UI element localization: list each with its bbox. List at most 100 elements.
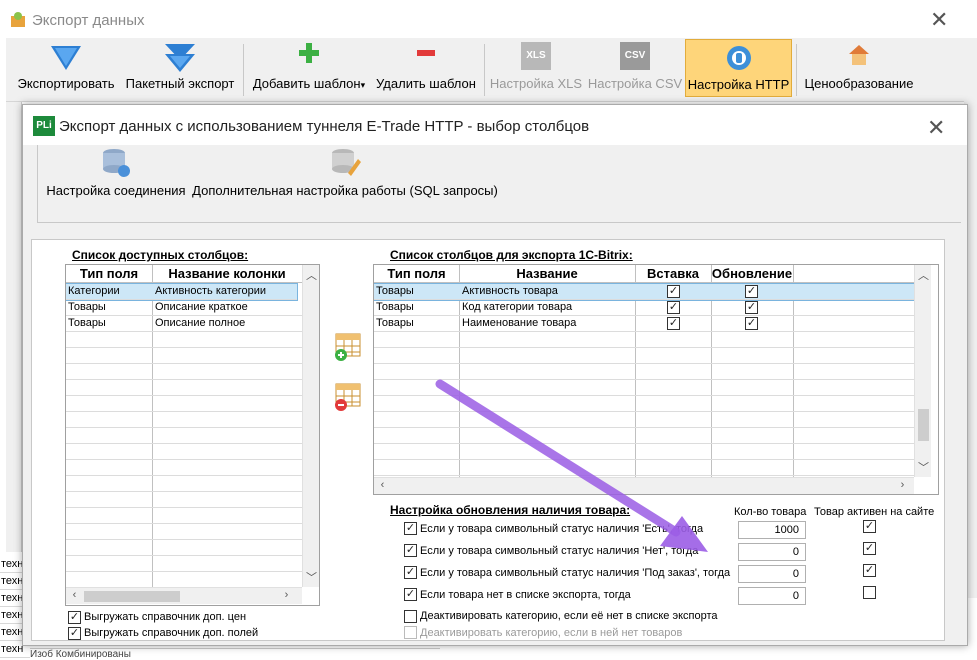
pli-logo-icon: PLi <box>33 116 55 136</box>
extra-prices-checkbox[interactable]: ✓ <box>68 611 81 624</box>
table-row[interactable]: Товары Описание краткое <box>66 300 302 316</box>
outer-left-panel <box>6 102 22 552</box>
stock-rule-checkbox[interactable]: ✓ <box>404 544 417 557</box>
column-header: Название <box>516 266 578 281</box>
extra-fields-checkbox[interactable]: ✓ <box>68 627 81 640</box>
add-column-icon[interactable] <box>332 332 362 362</box>
active-column-header: Товар активен на сайте <box>814 506 935 518</box>
column-header: Обновление <box>711 266 793 281</box>
vertical-scrollbar[interactable]: ︿ ﹀ <box>302 265 319 587</box>
column-header: Тип поля <box>387 266 446 281</box>
xls-settings-button[interactable]: XLS Настройка XLS <box>488 38 584 100</box>
outer-close-icon[interactable]: ✕ <box>930 9 948 31</box>
insert-checkbox[interactable]: ✓ <box>667 285 680 298</box>
pricing-button[interactable]: Ценообразование <box>800 38 918 100</box>
scroll-up-icon[interactable]: ︿ <box>915 267 932 283</box>
remove-column-icon[interactable] <box>332 382 362 412</box>
batch-export-icon <box>165 44 195 72</box>
empty-row <box>66 364 302 380</box>
empty-row <box>66 572 302 588</box>
update-checkbox[interactable]: ✓ <box>745 285 758 298</box>
export-button[interactable]: Экспортировать <box>14 38 118 100</box>
deactivate-empty-checkbox[interactable] <box>404 626 417 639</box>
scroll-left-icon[interactable]: ‹ <box>66 589 83 601</box>
csv-settings-button[interactable]: CSV Настройка CSV <box>586 38 684 100</box>
http-settings-button[interactable]: Настройка HTTP <box>685 39 792 97</box>
deactivate-empty-label: Деактивировать категорию, если в ней нет… <box>420 627 683 639</box>
table-row[interactable]: Товары Описание полное <box>66 316 302 332</box>
sql-settings-label: Дополнительная настройка работы (SQL зап… <box>192 183 498 198</box>
empty-row <box>66 524 302 540</box>
qty-column-header: Кол-во товара <box>734 506 807 518</box>
export-columns-title: Список столбцов для экспорта 1С-Bitrix: <box>390 248 633 262</box>
active-checkbox[interactable]: ✓ <box>863 520 876 533</box>
table-row[interactable]: Категории Активность категории <box>66 283 298 301</box>
empty-row <box>66 380 302 396</box>
scroll-up-icon[interactable]: ︿ <box>303 267 319 283</box>
available-columns-grid[interactable]: Тип поля Название колонки Категории Актив… <box>65 264 320 606</box>
pricing-icon <box>849 45 869 65</box>
stock-rule-checkbox[interactable]: ✓ <box>404 522 417 535</box>
grid-header: Тип поля Название колонки <box>66 265 302 283</box>
stock-rule-label: Если у товара символьный статус наличия … <box>420 545 699 557</box>
table-row[interactable]: Товары Активность товара <box>374 283 915 301</box>
add-template-button[interactable]: Добавить шаблон▾ <box>248 38 370 100</box>
scroll-right-icon[interactable]: › <box>894 479 911 491</box>
insert-checkbox[interactable]: ✓ <box>667 317 680 330</box>
cell-name: Наименование товара <box>462 317 577 329</box>
delete-template-button[interactable]: Удалить шаблон <box>372 38 480 100</box>
empty-row <box>374 364 914 380</box>
scroll-right-icon[interactable]: › <box>278 589 295 601</box>
sql-settings-button[interactable]: Дополнительная настройка работы (SQL зап… <box>192 145 498 221</box>
empty-row <box>374 460 914 476</box>
dialog-close-icon[interactable]: ✕ <box>927 117 945 139</box>
qty-input[interactable]: 0 <box>738 543 806 561</box>
empty-row <box>66 508 302 524</box>
stock-rule-checkbox[interactable]: ✓ <box>404 566 417 579</box>
available-columns-title: Список доступных столбцов: <box>72 248 249 262</box>
vertical-scrollbar[interactable]: ︿ ﹀ <box>914 265 931 477</box>
qty-input[interactable]: 1000 <box>738 521 806 539</box>
insert-checkbox[interactable]: ✓ <box>667 301 680 314</box>
connection-settings-button[interactable]: Настройка соединения <box>46 145 186 221</box>
scroll-down-icon[interactable]: ﹀ <box>915 459 932 475</box>
plus-icon <box>299 43 319 63</box>
toolbar-separator <box>484 44 485 96</box>
table-row[interactable]: Товары Код категории товара <box>374 300 914 316</box>
column-selection-dialog: PLi Экспорт данных с использованием тунн… <box>22 104 968 646</box>
chevron-down-icon: ▾ <box>360 80 366 90</box>
active-checkbox[interactable]: ✓ <box>863 542 876 555</box>
empty-row <box>66 492 302 508</box>
cell-name: Описание полное <box>155 317 246 329</box>
scroll-thumb[interactable] <box>84 591 180 602</box>
cell-type: Товары <box>376 301 414 313</box>
qty-input[interactable]: 0 <box>738 587 806 605</box>
stock-rule-label: Если у товара символьный статус наличия … <box>420 523 704 535</box>
pricing-label: Ценообразование <box>804 76 914 91</box>
http-settings-label: Настройка HTTP <box>687 77 790 92</box>
dialog-title: Экспорт данных с использованием туннеля … <box>59 118 590 135</box>
dialog-body: Список доступных столбцов: Тип поля Назв… <box>31 239 945 641</box>
empty-row <box>374 412 914 428</box>
update-checkbox[interactable]: ✓ <box>745 317 758 330</box>
table-row[interactable]: Товары Наименование товара <box>374 316 914 332</box>
qty-input[interactable]: 0 <box>738 565 806 583</box>
delete-template-label: Удалить шаблон <box>376 76 476 91</box>
horizontal-scrollbar[interactable]: ‹ › <box>374 477 914 494</box>
scroll-left-icon[interactable]: ‹ <box>374 479 391 491</box>
empty-row <box>374 428 914 444</box>
horizontal-scrollbar[interactable]: ‹ › <box>66 587 302 604</box>
empty-row <box>66 428 302 444</box>
update-checkbox[interactable]: ✓ <box>745 301 758 314</box>
cell-type: Товары <box>376 317 414 329</box>
export-columns-grid[interactable]: Тип поля Название Вставка Обновление Тов… <box>373 264 939 495</box>
active-checkbox[interactable]: ✓ <box>863 564 876 577</box>
empty-row <box>374 332 914 348</box>
scroll-thumb[interactable] <box>918 409 929 441</box>
batch-export-button[interactable]: Пакетный экспорт <box>122 38 238 100</box>
scroll-down-icon[interactable]: ﹀ <box>303 569 319 585</box>
empty-row <box>66 332 302 348</box>
stock-rule-checkbox[interactable]: ✓ <box>404 588 417 601</box>
active-checkbox[interactable] <box>863 586 876 599</box>
deactivate-missing-checkbox[interactable] <box>404 610 417 623</box>
